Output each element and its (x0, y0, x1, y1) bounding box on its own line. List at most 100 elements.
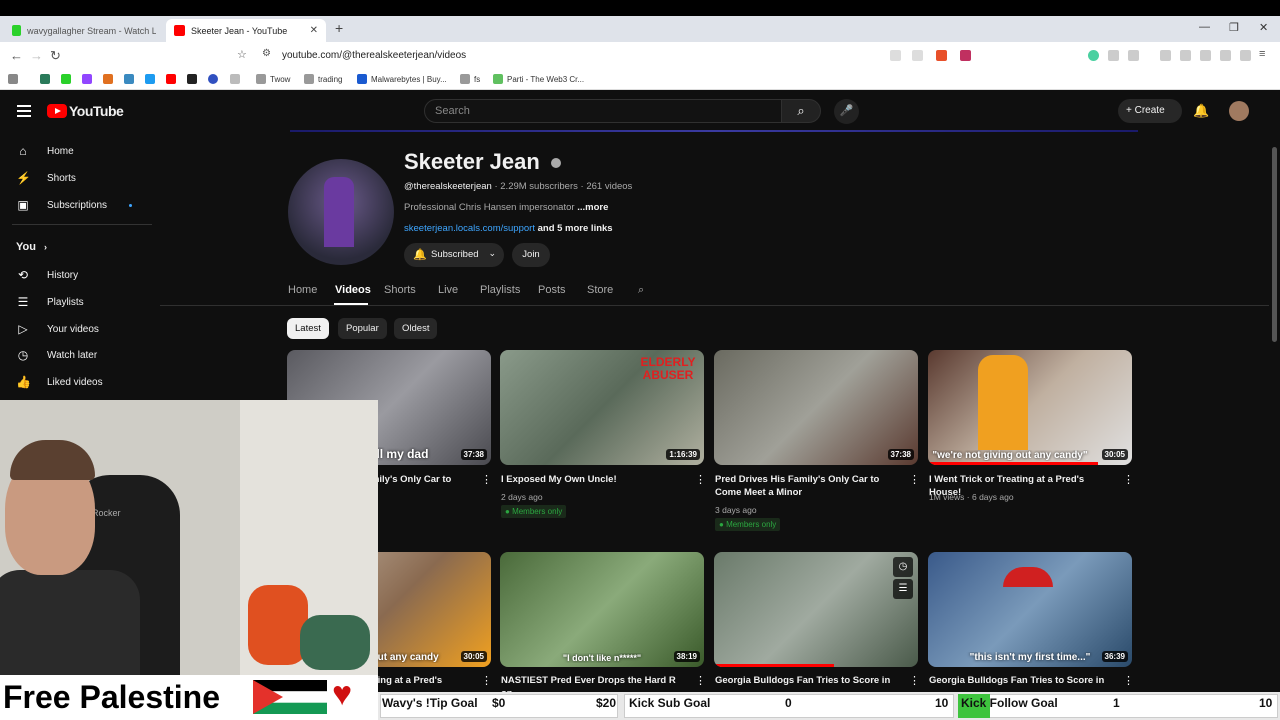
leo-ai-icon[interactable] (1220, 50, 1231, 61)
tab-live[interactable]: Live (438, 284, 458, 296)
video-title[interactable]: Georgia Bulldogs Fan Tries to Score in (929, 674, 1109, 687)
sidebar-item-home[interactable]: ⌂ Home (16, 144, 73, 158)
notifications-icon[interactable]: 🔔 (1193, 103, 1209, 119)
forward-icon[interactable]: → (30, 48, 43, 63)
more-actions-icon[interactable]: ⋮ (1123, 674, 1134, 687)
bookmark-folder-twow[interactable]: Twow (256, 74, 290, 84)
wallet2-icon[interactable] (1200, 50, 1211, 61)
sidebar-item-liked-videos[interactable]: 👍 Liked videos (16, 375, 103, 389)
reload-icon[interactable]: ↻ (50, 48, 61, 64)
more-link[interactable]: ...more (577, 202, 608, 213)
brave-shield-icon[interactable] (936, 50, 947, 61)
bookmark-parti[interactable]: Parti - The Web3 Cr... (493, 74, 584, 84)
bookmark-folder-trading[interactable]: trading (304, 74, 342, 84)
more-actions-icon[interactable]: ⋮ (909, 473, 920, 486)
bookmark-site-icon[interactable] (103, 74, 113, 84)
chip-popular[interactable]: Popular (338, 318, 387, 339)
twitch-bookmark-icon[interactable] (82, 74, 92, 84)
more-actions-icon[interactable]: ⋮ (909, 674, 920, 687)
video-thumbnail[interactable]: 37:38 (714, 350, 918, 465)
sidebar-item-shorts[interactable]: ⚡ Shorts (16, 171, 76, 185)
scrollbar-thumb[interactable] (1272, 147, 1277, 342)
bookmark-icon[interactable]: ☆ (237, 48, 247, 61)
more-actions-icon[interactable]: ⋮ (1123, 473, 1134, 486)
bookmark-folder-fs[interactable]: fs (460, 74, 480, 84)
bookmark-site-icon[interactable] (124, 74, 134, 84)
chip-oldest[interactable]: Oldest (394, 318, 438, 339)
subscribed-button[interactable]: 🔔 Subscribed ⌄ (404, 243, 504, 267)
sidebar-icon[interactable] (1180, 50, 1191, 61)
vpn-icon[interactable] (1240, 50, 1251, 61)
more-actions-icon[interactable]: ⋮ (481, 674, 492, 687)
sidebar-item-subscriptions[interactable]: ▣ Subscriptions (16, 198, 107, 212)
channel-avatar[interactable] (288, 159, 394, 265)
bluesky-bookmark-icon[interactable] (145, 74, 155, 84)
search-button[interactable]: ⌕ (781, 99, 821, 123)
sidebar-item-watch-later[interactable]: ◷ Watch later (16, 348, 97, 362)
sidebar-item-playlists[interactable]: ☰ Playlists (16, 295, 84, 309)
account-avatar[interactable] (1229, 101, 1249, 121)
tab-playlists[interactable]: Playlists (480, 284, 520, 296)
more-actions-icon[interactable]: ⋮ (695, 473, 706, 486)
apps-icon[interactable] (8, 74, 18, 84)
close-tab-icon[interactable]: ✕ (310, 25, 318, 36)
music-icon[interactable] (1160, 50, 1171, 61)
add-to-queue-icon[interactable]: ☰ (893, 579, 913, 599)
channel-link[interactable]: skeeterjean.locals.com/support (404, 223, 535, 234)
bookmark-site-icon[interactable] (208, 74, 218, 84)
create-button[interactable]: + Create (1118, 99, 1182, 123)
share-icon[interactable] (912, 50, 923, 61)
extensions-puzzle-icon[interactable] (1108, 50, 1119, 61)
guide-menu-icon[interactable] (17, 105, 31, 117)
video-title[interactable]: Georgia Bulldogs Fan Tries to Score in (715, 674, 895, 687)
minimize-icon[interactable]: — (1199, 21, 1210, 33)
window-close-icon[interactable]: ✕ (1259, 21, 1268, 34)
channel-description[interactable]: Professional Chris Hansen impersonator .… (404, 202, 608, 213)
voice-search-button[interactable]: 🎤 (834, 99, 859, 124)
browser-tab-kick[interactable]: wavygallagher Stream - Watch Live o... (4, 19, 164, 42)
bookmark-site-icon[interactable] (40, 74, 50, 84)
video-thumbnail[interactable]: ELDERLY ABUSER 1:16:39 (500, 350, 704, 465)
folder-icon[interactable] (230, 74, 240, 84)
search-input[interactable]: Search (424, 99, 782, 123)
more-actions-icon[interactable]: ⋮ (695, 674, 706, 687)
tab-store[interactable]: Store (587, 284, 613, 296)
tab-posts[interactable]: Posts (538, 284, 566, 296)
sidebar-item-history[interactable]: ⟲ History (16, 268, 78, 282)
join-button[interactable]: Join (512, 243, 550, 267)
kick-bookmark-icon[interactable] (61, 74, 71, 84)
screen-cast-icon[interactable] (890, 50, 901, 61)
url-field[interactable]: youtube.com/@therealskeeterjean/videos (282, 50, 466, 61)
new-tab-icon[interactable]: + (335, 20, 343, 36)
stream-banner: Free Palestine ♥ (0, 675, 378, 720)
extension-icon[interactable] (1088, 50, 1099, 61)
sidebar-item-your-videos[interactable]: ▷ Your videos (16, 322, 99, 336)
youtube-bookmark-icon[interactable] (166, 74, 176, 84)
browser-tab-youtube[interactable]: Skeeter Jean - YouTube ✕ (166, 19, 326, 42)
tab-videos[interactable]: Videos (335, 284, 371, 296)
video-thumbnail[interactable]: "we're not giving out any candy" 30:05 (928, 350, 1132, 465)
channel-search-icon[interactable]: ⌕ (638, 284, 644, 297)
video-thumbnail[interactable]: "I don't like n*****" 38:19 (500, 552, 704, 667)
restore-icon[interactable]: ❐ (1229, 21, 1239, 34)
video-thumbnail[interactable]: "this isn't my first time..." 36:39 (928, 552, 1132, 667)
back-icon[interactable]: ← (10, 48, 23, 63)
more-links[interactable]: and 5 more links (538, 223, 613, 234)
wallet-icon[interactable] (1128, 50, 1139, 61)
channel-links: skeeterjean.locals.com/support and 5 mor… (404, 223, 613, 234)
youtube-logo[interactable]: YouTube (47, 103, 124, 119)
video-title[interactable]: Pred Drives His Family's Only Car to Com… (715, 473, 895, 499)
tab-shorts[interactable]: Shorts (384, 284, 416, 296)
bookmark-malwarebytes[interactable]: Malwarebytes | Buy... (357, 74, 447, 84)
bookmark-site-icon[interactable] (187, 74, 197, 84)
more-actions-icon[interactable]: ⋮ (481, 473, 492, 486)
tab-home[interactable]: Home (288, 284, 317, 296)
watch-later-icon[interactable]: ◷ (893, 557, 913, 577)
chip-latest[interactable]: Latest (287, 318, 329, 339)
sidebar-you-header[interactable]: You › (16, 241, 47, 253)
menu-icon[interactable]: ≡ (1259, 48, 1265, 60)
video-thumbnail[interactable]: ◷ ☰ (714, 552, 918, 667)
site-info-icon[interactable]: ⚙ (262, 48, 271, 59)
video-title[interactable]: I Exposed My Own Uncle! (501, 473, 681, 486)
brave-rewards-icon[interactable] (960, 50, 971, 61)
